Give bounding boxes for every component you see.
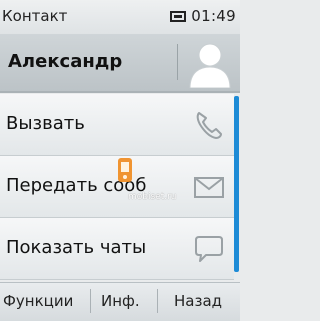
status-title: Контакт xyxy=(2,7,68,25)
clock: 01:49 xyxy=(191,7,236,25)
list-item-show-chats[interactable]: Показать чаты xyxy=(0,218,234,280)
envelope-icon xyxy=(194,177,224,198)
list-item-call[interactable]: Вызвать xyxy=(0,94,234,156)
status-bar: Контакт 01:49 xyxy=(0,0,240,34)
message-icon xyxy=(170,10,187,22)
status-indicators: 01:49 xyxy=(170,6,236,26)
watermark-text: mobiset.ru xyxy=(128,192,177,202)
softkey-info[interactable]: Инф. xyxy=(101,292,140,310)
header-divider xyxy=(177,44,178,80)
list-item-label: Вызвать xyxy=(6,113,85,134)
softkey-divider xyxy=(157,289,158,313)
contact-header: Александр xyxy=(0,34,240,93)
softkey-functions[interactable]: Функции xyxy=(3,292,73,310)
softkey-divider xyxy=(90,289,91,313)
softkey-bar: Функции Инф. Назад xyxy=(0,282,240,321)
softkey-back[interactable]: Назад xyxy=(174,292,222,310)
contact-name: Александр xyxy=(8,51,123,72)
scrollbar[interactable] xyxy=(234,96,239,272)
list-item-label: Показать чаты xyxy=(6,237,147,258)
chat-bubble-icon xyxy=(195,236,223,262)
phone-icon xyxy=(196,112,222,139)
person-silhouette-icon xyxy=(189,43,231,88)
